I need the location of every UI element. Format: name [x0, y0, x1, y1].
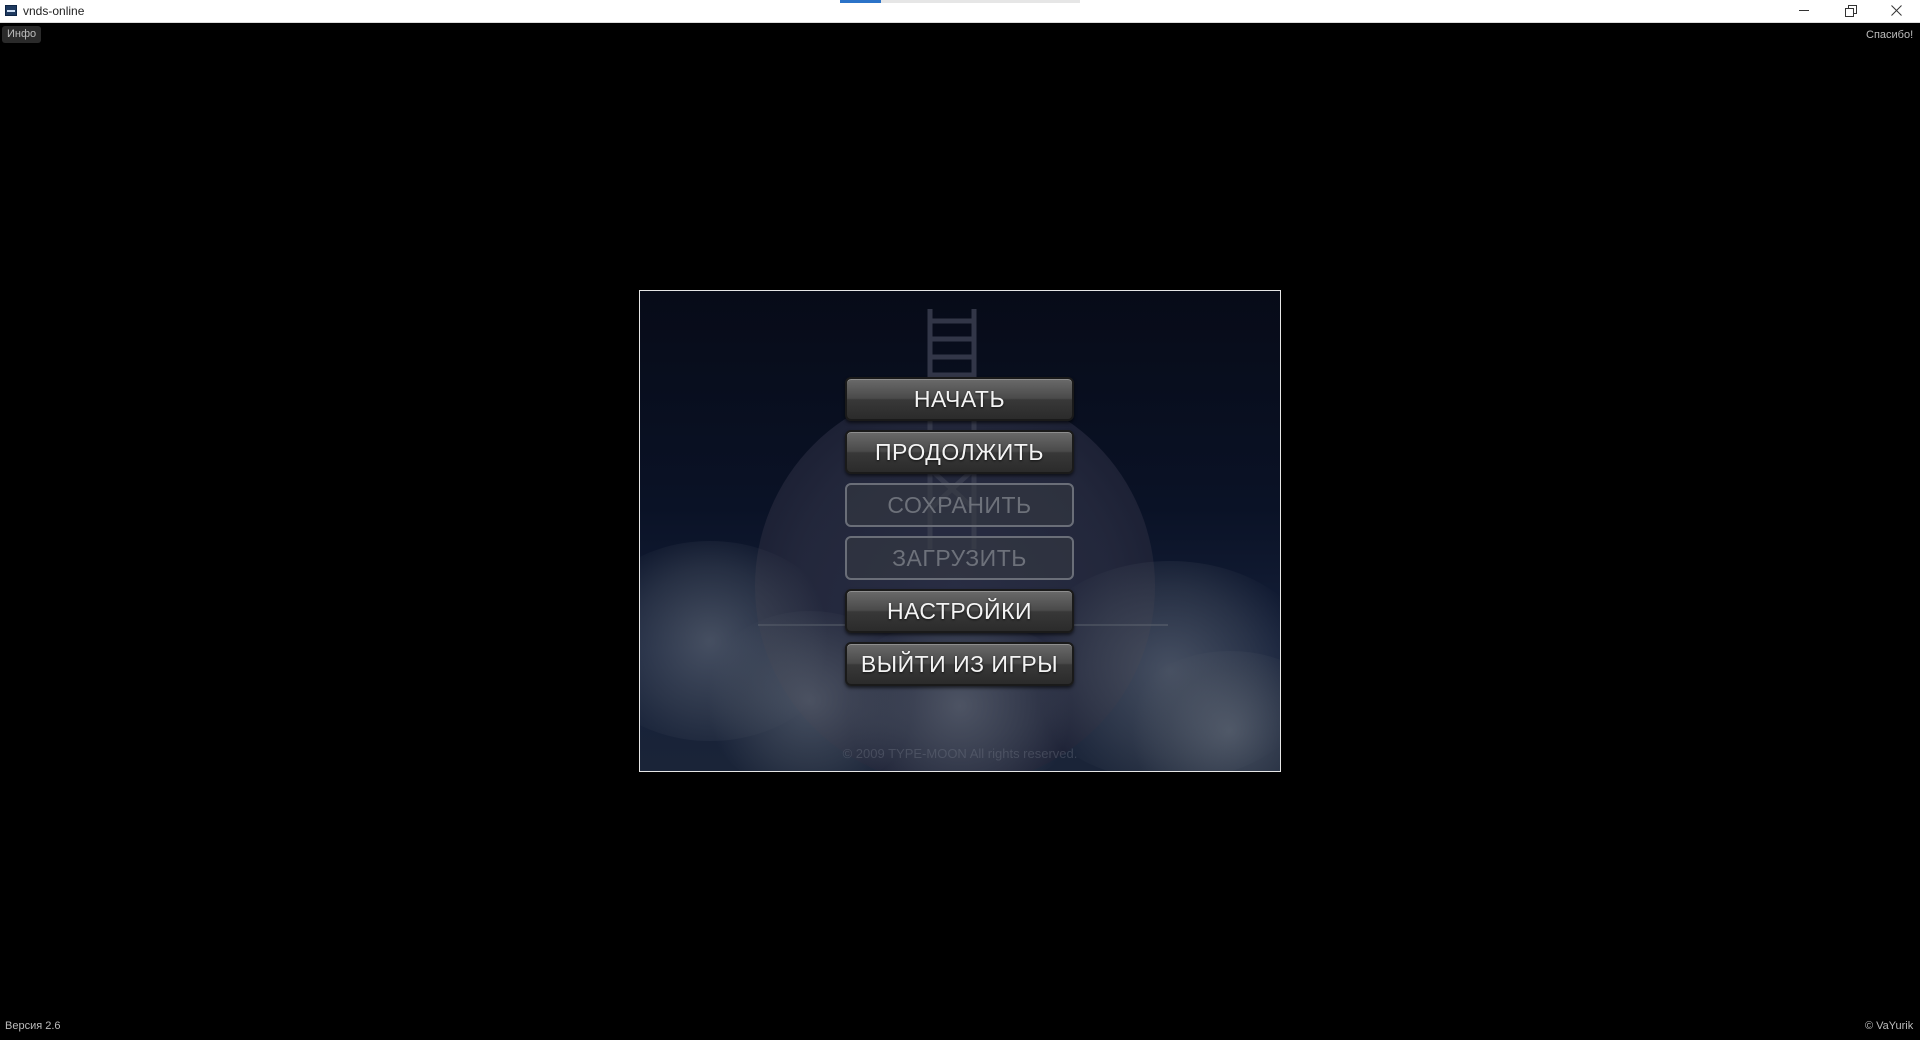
restore-button[interactable]	[1827, 0, 1873, 22]
app-icon	[5, 5, 17, 16]
game-screen: © 2009 TYPE-MOON All rights reserved. НА…	[639, 290, 1281, 772]
exit-game-button[interactable]: ВЫЙТИ ИЗ ИГРЫ	[845, 642, 1074, 686]
load-button[interactable]: ЗАГРУЗИТЬ	[845, 536, 1074, 580]
minimize-button[interactable]	[1781, 0, 1827, 22]
author-credit: © VaYurik	[1865, 1020, 1914, 1032]
settings-button[interactable]: НАСТРОЙКИ	[845, 589, 1074, 633]
loading-progress-bar	[840, 0, 1080, 3]
close-icon	[1891, 5, 1902, 16]
version-label: Версия 2.6	[5, 1020, 61, 1032]
main-menu: НАЧАТЬ ПРОДОЛЖИТЬ СОХРАНИТЬ ЗАГРУЗИТЬ НА…	[845, 377, 1075, 695]
loading-progress-fill	[840, 0, 881, 3]
minimize-icon	[1799, 10, 1809, 11]
save-button[interactable]: СОХРАНИТЬ	[845, 483, 1074, 527]
continue-button[interactable]: ПРОДОЛЖИТЬ	[845, 430, 1074, 474]
window-titlebar: vnds-online	[0, 0, 1920, 23]
copyright-text: © 2009 TYPE-MOON All rights reserved.	[842, 746, 1078, 761]
close-button[interactable]	[1873, 0, 1919, 22]
info-button[interactable]: Инфо	[2, 26, 42, 43]
window-title: vnds-online	[23, 4, 85, 18]
thanks-button[interactable]: Спасибо!	[1866, 29, 1913, 41]
start-button[interactable]: НАЧАТЬ	[845, 377, 1074, 421]
restore-icon-front	[1845, 8, 1854, 17]
